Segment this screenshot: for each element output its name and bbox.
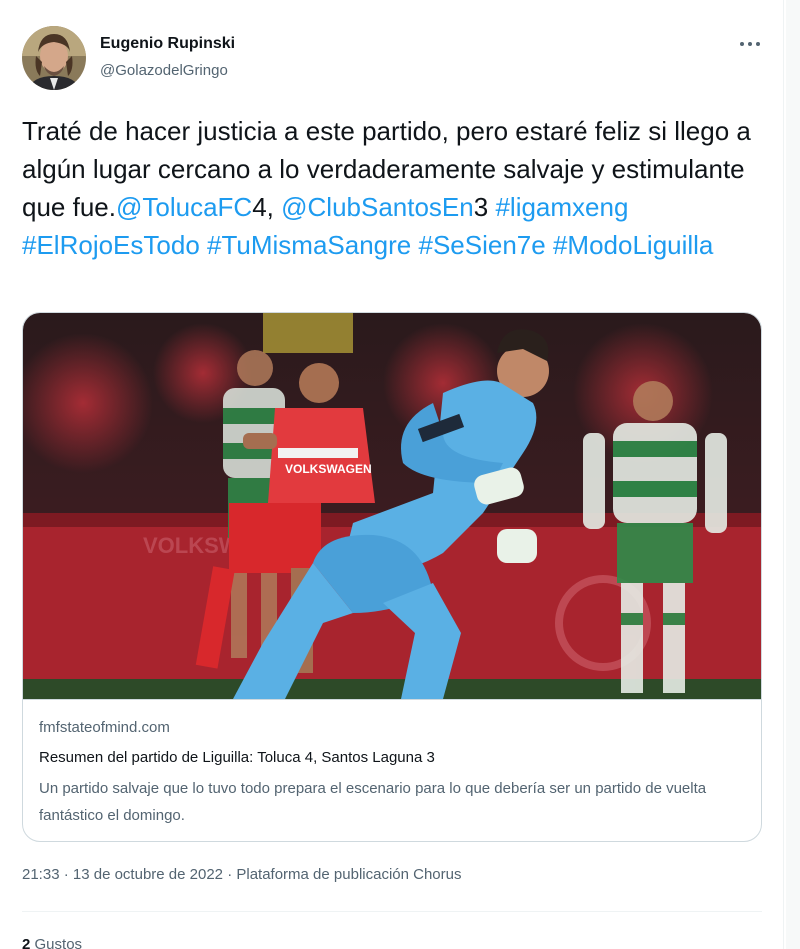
avatar[interactable]	[22, 26, 86, 90]
tweet-source[interactable]: Plataforma de publicación Chorus	[236, 866, 461, 883]
likes-number: 2	[22, 936, 31, 949]
card-divider	[23, 699, 761, 700]
scrollbar[interactable]	[786, 0, 800, 949]
tweet-text: Traté de hacer justicia a este partido, …	[22, 112, 762, 264]
tweet-time[interactable]: 21:33	[22, 866, 60, 883]
author-handle[interactable]: @GolazodelGringo	[100, 62, 228, 79]
author-name[interactable]: Eugenio Rupinski	[100, 35, 235, 53]
photo-goalkeeper-celebration-icon: VOLKSWAGEN VOLKSWAGEN	[23, 313, 761, 699]
card-image[interactable]: VOLKSWAGEN VOLKSWAGEN	[23, 313, 761, 699]
likes-count[interactable]: 2 Gustos	[22, 936, 82, 949]
more-options-icon[interactable]	[732, 30, 768, 58]
tweet-container: Eugenio Rupinski @GolazodelGringo Traté …	[0, 0, 784, 949]
hashtag-sesien7e[interactable]: #SeSien7e	[418, 230, 545, 260]
meta-separator: ·	[63, 866, 69, 883]
svg-text:VOLKSWAGEN: VOLKSWAGEN	[285, 462, 372, 476]
avatar-photo	[22, 26, 86, 90]
link-preview-card[interactable]: VOLKSWAGEN VOLKSWAGEN fmfstateofmind.com…	[22, 312, 762, 842]
tweet-meta: 21:33 · 13 de octubre de 2022 · Platafor…	[22, 866, 461, 883]
hashtag-modoliguilla[interactable]: #ModoLiguilla	[553, 230, 713, 260]
footer-divider	[22, 911, 762, 912]
hashtag-ligamxeng[interactable]: #ligamxeng	[495, 192, 628, 222]
likes-label: Gustos	[34, 936, 83, 949]
mention-santos[interactable]: @ClubSantosEn	[281, 192, 474, 222]
card-title[interactable]: Resumen del partido de Liguilla: Toluca …	[39, 749, 435, 766]
hashtag-elrojoestodo[interactable]: #ElRojoEsTodo	[22, 230, 200, 260]
tweet-date[interactable]: 13 de octubre de 2022	[73, 866, 223, 883]
card-description: Un partido salvaje que lo tuvo todo prep…	[39, 780, 707, 824]
card-domain: fmfstateofmind.com	[39, 719, 170, 736]
mention-toluca[interactable]: @TolucaFC	[116, 192, 252, 222]
meta-separator: ·	[227, 866, 233, 883]
hashtag-tumismasangre[interactable]: #TuMismaSangre	[207, 230, 411, 260]
score-santos: 3	[473, 192, 489, 222]
score-toluca: 4,	[252, 192, 274, 222]
